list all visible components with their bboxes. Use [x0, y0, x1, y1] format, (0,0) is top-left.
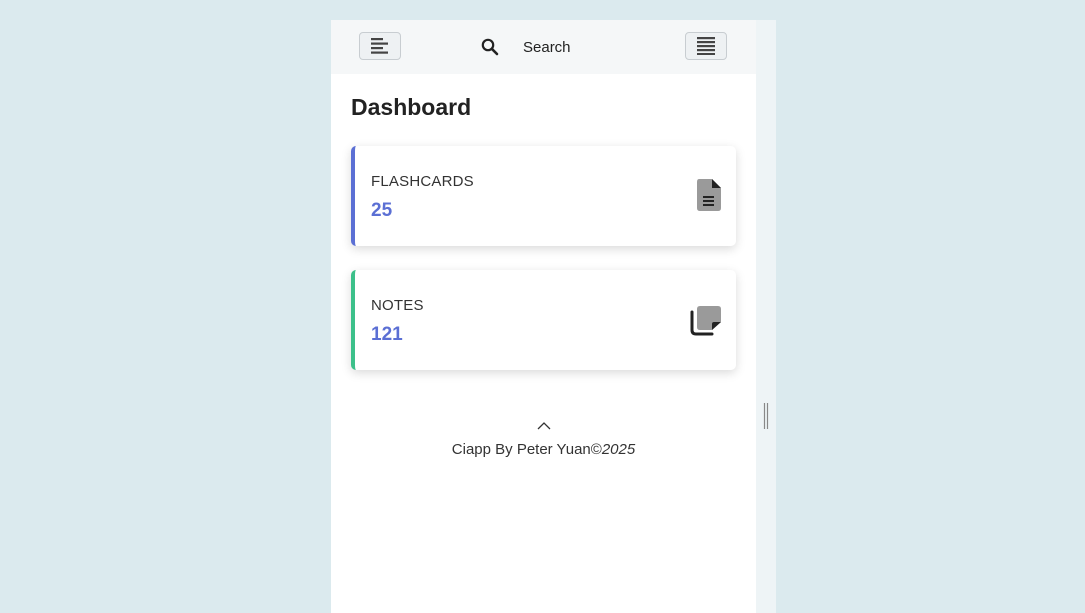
card-value: 121: [371, 324, 403, 345]
card-label: NOTES: [371, 297, 424, 314]
sidebar-toggle-button[interactable]: [359, 32, 401, 60]
chevron-up-icon: [537, 422, 551, 430]
card-value: 25: [371, 200, 393, 221]
menu-toggle-button[interactable]: [685, 32, 727, 60]
resize-grip-icon: [763, 403, 769, 429]
align-left-icon: [371, 38, 388, 54]
top-navbar: Search: [331, 20, 756, 74]
footer-year: 2025: [601, 441, 636, 458]
footer-credit: Ciapp By Peter Yuan©: [451, 441, 602, 458]
card-label: FLASHCARDS: [371, 173, 474, 190]
search-box[interactable]: Search: [481, 32, 611, 62]
scroll-to-top-button[interactable]: [536, 419, 552, 431]
flashcards-card[interactable]: FLASHCARDS 25: [351, 146, 736, 246]
page-title: Dashboard: [351, 94, 472, 120]
app-frame: Search Dashboard FLASHCARDS 25 NOTES 121…: [331, 20, 776, 613]
notes-card[interactable]: NOTES 121: [351, 270, 736, 370]
footer: Ciapp By Peter Yuan©2025: [331, 441, 756, 458]
search-label: Search: [523, 38, 571, 56]
menu-icon: [697, 37, 715, 55]
search-icon: [481, 38, 499, 56]
panel-resize-handle[interactable]: [763, 403, 769, 429]
sticky-note-icon: [690, 304, 722, 341]
app-container: Search Dashboard FLASHCARDS 25 NOTES 121…: [331, 20, 756, 613]
file-document-icon: [696, 178, 722, 217]
